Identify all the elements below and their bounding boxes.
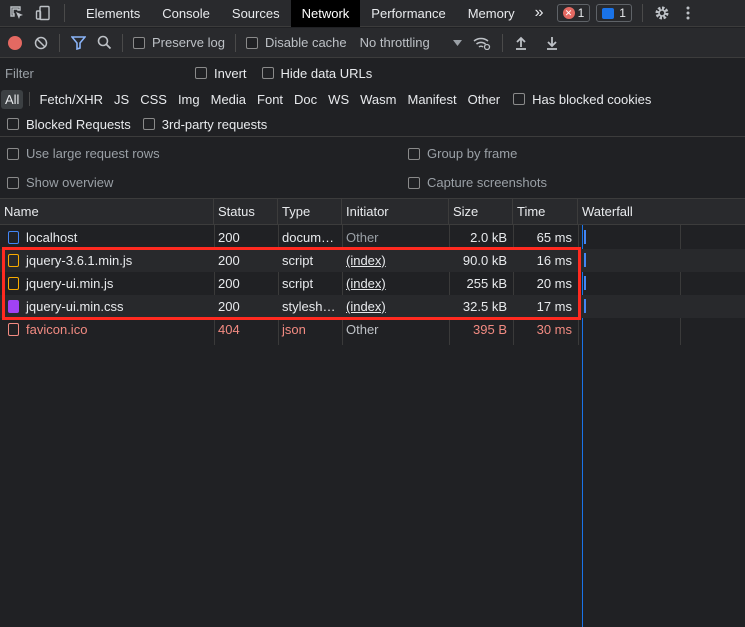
blocked-requests-checkbox[interactable] bbox=[7, 118, 19, 130]
tab-console[interactable]: Console bbox=[151, 0, 221, 27]
throttling-select[interactable]: No throttling bbox=[360, 35, 430, 50]
group-by-frame-checkbox[interactable] bbox=[408, 147, 420, 160]
messages-badge[interactable]: 1 bbox=[596, 4, 632, 22]
column-status[interactable]: Status bbox=[214, 199, 278, 225]
invert-label: Invert bbox=[214, 65, 247, 81]
request-type: docum… bbox=[282, 230, 335, 245]
column-time[interactable]: Time bbox=[513, 199, 578, 225]
table-header: Name Status Type Initiator Size Time Wat… bbox=[0, 198, 745, 225]
third-party-requests-checkbox[interactable] bbox=[142, 118, 155, 130]
table-row[interactable]: favicon.ico 404 json Other 395 B 30 ms bbox=[0, 318, 745, 341]
errors-count: 1 bbox=[577, 6, 585, 20]
has-blocked-cookies-label: Has blocked cookies bbox=[532, 91, 652, 107]
type-font[interactable]: Font bbox=[253, 90, 287, 109]
settings-row-2: Show overview Capture screenshots bbox=[0, 170, 745, 195]
highlight-box bbox=[2, 247, 581, 320]
network-toolbar: Preserve log Disable cache No throttling bbox=[0, 28, 745, 58]
has-blocked-cookies-checkbox[interactable] bbox=[513, 93, 526, 105]
table-row[interactable]: localhost 200 docum… Other 2.0 kB 65 ms bbox=[0, 226, 745, 249]
tab-sources[interactable]: Sources bbox=[221, 0, 291, 27]
preserve-log-checkbox[interactable] bbox=[133, 36, 145, 49]
request-time: 65 ms bbox=[536, 230, 572, 245]
inspect-element-icon[interactable] bbox=[8, 4, 26, 22]
type-media[interactable]: Media bbox=[207, 90, 250, 109]
network-conditions-icon[interactable] bbox=[473, 35, 491, 51]
filter-icon[interactable] bbox=[70, 35, 86, 51]
record-icon[interactable] bbox=[8, 35, 22, 50]
clear-icon[interactable] bbox=[33, 35, 49, 51]
gear-icon[interactable] bbox=[653, 4, 671, 22]
message-icon bbox=[602, 7, 615, 19]
tab-performance[interactable]: Performance bbox=[360, 0, 456, 27]
column-size[interactable]: Size bbox=[449, 199, 513, 225]
large-rows-checkbox[interactable] bbox=[7, 147, 19, 160]
capture-screenshots-checkbox[interactable] bbox=[408, 176, 420, 189]
filter-input[interactable] bbox=[0, 62, 181, 84]
waterfall-bar bbox=[584, 276, 586, 290]
column-type[interactable]: Type bbox=[278, 199, 342, 225]
request-initiator: Other bbox=[346, 230, 379, 245]
request-name: favicon.ico bbox=[26, 322, 88, 337]
blocked-filter-row: Blocked Requests 3rd-party requests bbox=[0, 112, 745, 137]
show-overview-label: Show overview bbox=[26, 175, 114, 190]
device-toolbar-icon[interactable] bbox=[34, 4, 52, 22]
show-overview-checkbox[interactable] bbox=[7, 176, 19, 189]
invert-checkbox[interactable] bbox=[195, 67, 207, 79]
type-js[interactable]: JS bbox=[110, 90, 133, 109]
errors-badge[interactable]: ✕ 1 bbox=[556, 4, 591, 22]
tab-elements[interactable]: Elements bbox=[75, 0, 151, 27]
devtools-tab-bar: Elements Console Sources Network Perform… bbox=[0, 0, 745, 27]
messages-count: 1 bbox=[619, 6, 626, 20]
settings-row-1: Use large request rows Group by frame bbox=[0, 141, 745, 166]
request-name: localhost bbox=[26, 230, 78, 245]
search-icon[interactable] bbox=[96, 35, 112, 51]
error-icon: ✕ bbox=[562, 7, 575, 19]
type-manifest[interactable]: Manifest bbox=[403, 90, 460, 109]
preserve-log-label: Preserve log bbox=[152, 35, 225, 50]
type-css[interactable]: CSS bbox=[136, 90, 171, 109]
blocked-requests-label: Blocked Requests bbox=[26, 116, 131, 132]
type-all[interactable]: All bbox=[1, 89, 24, 109]
request-type: json bbox=[282, 322, 306, 337]
type-doc[interactable]: Doc bbox=[290, 90, 321, 109]
document-icon bbox=[8, 231, 19, 245]
import-har-icon[interactable] bbox=[514, 35, 528, 51]
tab-network[interactable]: Network bbox=[290, 0, 361, 27]
type-wasm[interactable]: Wasm bbox=[356, 90, 400, 109]
hide-data-urls-label: Hide data URLs bbox=[280, 65, 373, 81]
type-ws[interactable]: WS bbox=[324, 90, 353, 109]
disable-cache-label: Disable cache bbox=[264, 35, 347, 50]
type-other[interactable]: Other bbox=[464, 90, 505, 109]
request-status: 200 bbox=[218, 230, 240, 245]
request-initiator: Other bbox=[346, 322, 379, 337]
type-fetch-xhr[interactable]: Fetch/XHR bbox=[35, 90, 107, 109]
request-time: 30 ms bbox=[536, 322, 572, 337]
filter-row: Invert Hide data URLs bbox=[0, 59, 745, 87]
request-size: 395 B bbox=[473, 322, 507, 337]
tab-memory[interactable]: Memory bbox=[457, 0, 526, 27]
chevron-down-icon[interactable] bbox=[453, 38, 463, 48]
more-tabs-button[interactable]: » bbox=[526, 0, 553, 27]
type-img[interactable]: Img bbox=[174, 90, 204, 109]
request-size: 2.0 kB bbox=[470, 230, 507, 245]
hide-data-urls-checkbox[interactable] bbox=[261, 67, 274, 79]
waterfall-bar bbox=[584, 253, 586, 267]
resource-type-filter: All Fetch/XHR JS CSS Img Media Font Doc … bbox=[0, 87, 745, 111]
column-initiator[interactable]: Initiator bbox=[342, 199, 449, 225]
column-waterfall[interactable]: Waterfall bbox=[578, 199, 745, 225]
more-options-icon[interactable] bbox=[683, 4, 693, 22]
third-party-requests-label: 3rd-party requests bbox=[161, 116, 268, 132]
group-by-frame-label: Group by frame bbox=[427, 146, 518, 161]
error-file-icon bbox=[8, 323, 19, 337]
large-rows-label: Use large request rows bbox=[26, 146, 160, 161]
waterfall-bar bbox=[584, 299, 586, 313]
capture-screenshots-label: Capture screenshots bbox=[427, 175, 547, 190]
waterfall-bar bbox=[584, 230, 586, 244]
column-name[interactable]: Name bbox=[0, 199, 214, 225]
disable-cache-checkbox[interactable] bbox=[245, 36, 258, 49]
export-har-icon[interactable] bbox=[545, 35, 559, 51]
request-status: 404 bbox=[218, 322, 240, 337]
